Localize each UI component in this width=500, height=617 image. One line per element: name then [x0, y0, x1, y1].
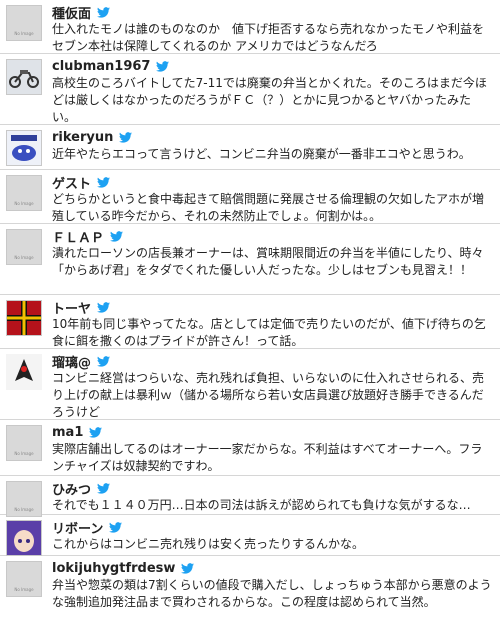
comment-author[interactable]: リボーン	[52, 518, 103, 537]
comment-text: それでも１１４０万円…日本の司法は訴えが認められても負けな気がするな…	[52, 498, 471, 512]
twitter-bird-icon[interactable]	[97, 355, 111, 367]
avatar-no-image[interactable]: No Image	[6, 229, 42, 265]
comment-author[interactable]: ma1	[52, 425, 83, 440]
comment-author[interactable]: lokijuhygtfrdesw	[52, 561, 175, 576]
comment-author[interactable]: ひみつ	[52, 479, 91, 498]
comment-text: コンビニ経営はつらいな、売れ残れば負担、いらないのに仕入れさせられる、売り上げの…	[52, 371, 485, 419]
avatar-character[interactable]	[6, 130, 42, 166]
comment-text: 近年やたらエコって言うけど、コンビニ弁当の廃棄が一番非エコやと思うわ。	[52, 147, 471, 161]
comment-author[interactable]: ＦＬＡＰ	[52, 227, 104, 246]
motorcycle-icon	[9, 70, 39, 88]
avatar-no-image[interactable]: No Image	[6, 481, 42, 517]
avatar-no-image[interactable]: No Image	[6, 5, 42, 41]
twitter-bird-icon[interactable]	[110, 230, 124, 242]
comment-text: 高校生のころバイトしてた7-11では廃棄の弁当とかくれた。そのころはまだ今ほどは…	[52, 76, 487, 124]
comment-item: clubman1967 高校生のころバイトしてた7-11では廃棄の弁当とかくれた…	[0, 54, 500, 125]
twitter-bird-icon[interactable]	[97, 482, 111, 494]
avatar-no-image[interactable]: No Image	[6, 175, 42, 211]
comment-item: 瑠璃@ コンビニ経営はつらいな、売れ残れば負担、いらないのに仕入れさせられる、売…	[0, 349, 500, 420]
no-image-label: No Image	[14, 451, 34, 456]
twitter-bird-icon[interactable]	[109, 521, 123, 533]
character-icon	[11, 135, 37, 161]
comment-item: No Image ひみつ それでも１１４０万円…日本の司法は訴えが認められても負…	[0, 476, 500, 517]
avatar-no-image[interactable]: No Image	[6, 561, 42, 597]
comment-item: rikeryun 近年やたらエコって言うけど、コンビニ弁当の廃棄が一番非エコやと…	[0, 125, 500, 170]
comment-author[interactable]: トーヤ	[52, 298, 91, 317]
twitter-bird-icon[interactable]	[89, 426, 103, 438]
comment-author[interactable]: ゲスト	[52, 173, 91, 192]
comment-item: No Image ＦＬＡＰ 潰れたローソンの店長兼オーナーは、賞味期限間近の弁当…	[0, 224, 500, 295]
avatar-anime[interactable]	[6, 520, 42, 556]
comment-text: 潰れたローソンの店長兼オーナーは、賞味期限間近の弁当を半値にしたり、時々「からあ…	[52, 246, 484, 277]
comment-text: 弁当や惣菜の類は7割くらいの値段で購入だし、しょっちゅう本部から悪意のような強制…	[52, 578, 492, 609]
avatar-figure[interactable]	[6, 354, 42, 390]
comment-text: どちらかというと食中毒起きて賠償問題に発展させる倫理観の欠如したアホが増殖してい…	[52, 192, 485, 223]
comment-text: これからはコンビニ売れ残りは安く売ったりするんかな。	[52, 537, 365, 551]
anime-avatar-icon	[7, 521, 41, 555]
comment-item: No Image ゲスト どちらかというと食中毒起きて賠償問題に発展させる倫理観…	[0, 170, 500, 224]
no-image-label: No Image	[14, 507, 34, 512]
twitter-bird-icon[interactable]	[119, 131, 133, 143]
comment-author[interactable]: rikeryun	[52, 130, 113, 145]
comment-text: 実際店舗出してるのはオーナー一家だからな。不利益はすべてオーナーへ。フランチャイ…	[52, 442, 483, 473]
comment-author[interactable]: 瑠璃@	[52, 352, 91, 371]
flag-icon	[7, 301, 41, 335]
comment-author[interactable]: clubman1967	[52, 59, 150, 74]
comment-feed: No Image 種仮面 仕入れたモノは誰のものなのか 値下げ拒否するなら売れな…	[0, 0, 500, 612]
no-image-label: No Image	[14, 201, 34, 206]
avatar-flag[interactable]	[6, 300, 42, 336]
twitter-bird-icon[interactable]	[97, 176, 111, 188]
comment-item: トーヤ 10年前も同じ事やってたな。店としては定価で売りたいのだが、値下げ待ちの…	[0, 295, 500, 349]
comment-text: 仕入れたモノは誰のものなのか 値下げ拒否するなら売れなかったモノや利益をセブン本…	[52, 22, 485, 53]
comment-author[interactable]: 種仮面	[52, 3, 91, 22]
no-image-label: No Image	[14, 587, 34, 592]
comment-item: リボーン これからはコンビニ売れ残りは安く売ったりするんかな。	[0, 515, 500, 556]
comment-item: No Image ma1 実際店舗出してるのはオーナー一家だからな。不利益はすべ…	[0, 420, 500, 476]
twitter-bird-icon[interactable]	[181, 562, 195, 574]
figure-icon	[15, 359, 33, 381]
twitter-bird-icon[interactable]	[97, 301, 111, 313]
comment-item: No Image lokijuhygtfrdesw 弁当や惣菜の類は7割くらいの…	[0, 556, 500, 612]
comment-item: No Image 種仮面 仕入れたモノは誰のものなのか 値下げ拒否するなら売れな…	[0, 0, 500, 54]
no-image-label: No Image	[14, 255, 34, 260]
comment-text: 10年前も同じ事やってたな。店としては定価で売りたいのだが、値下げ待ちの乞食に餌…	[52, 317, 486, 348]
no-image-label: No Image	[14, 31, 34, 36]
twitter-bird-icon[interactable]	[156, 60, 170, 72]
avatar-no-image[interactable]: No Image	[6, 425, 42, 461]
avatar-motorcycle[interactable]	[6, 59, 42, 95]
twitter-bird-icon[interactable]	[97, 6, 111, 18]
